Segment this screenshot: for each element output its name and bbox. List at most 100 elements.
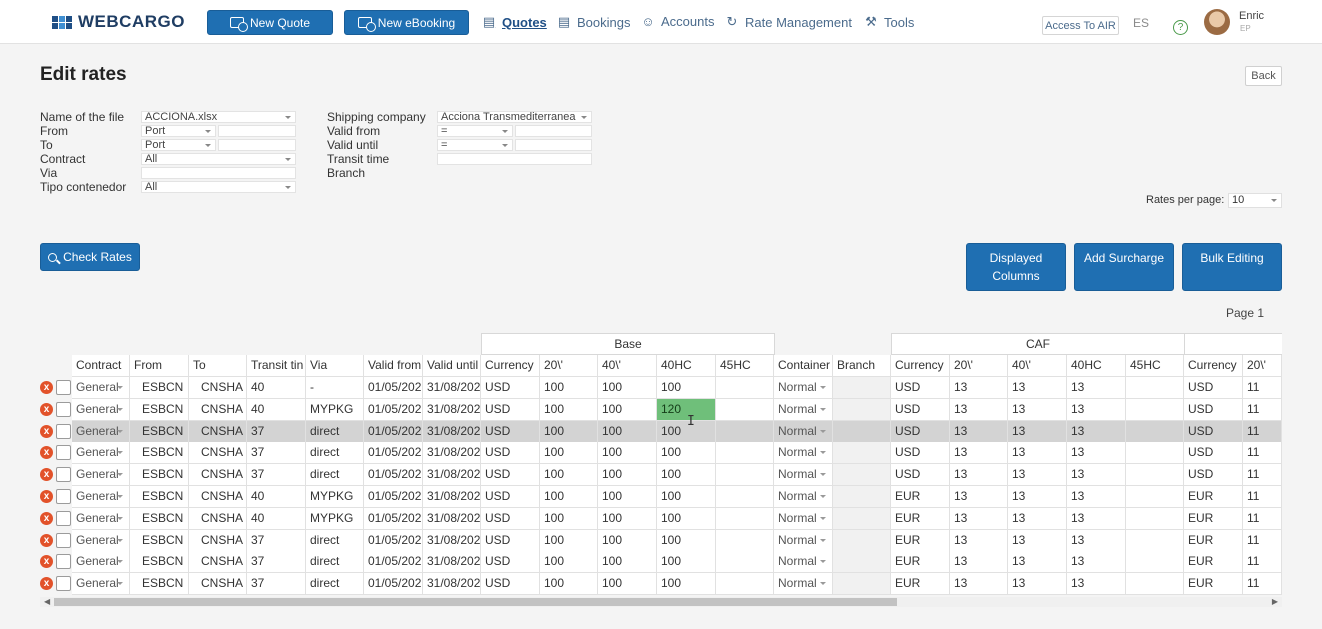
cell-20ft-20[interactable]: 11 bbox=[1243, 508, 1282, 530]
scroll-left-icon[interactable]: ◀ bbox=[44, 597, 50, 607]
cell-currency-14[interactable]: USD bbox=[891, 377, 950, 399]
cell-contract-0[interactable]: General bbox=[72, 421, 130, 443]
cell-container-12[interactable]: Normal bbox=[774, 399, 833, 421]
column-header-contract-0[interactable]: Contract bbox=[72, 355, 130, 377]
cell-40ft-16[interactable]: 13 bbox=[1008, 377, 1067, 399]
cell-valid-from-5[interactable]: 01/05/202 bbox=[364, 442, 423, 464]
cell-20ft-8[interactable]: 100 bbox=[540, 421, 598, 443]
row-checkbox[interactable] bbox=[56, 576, 71, 591]
cell-45hc-18[interactable] bbox=[1126, 464, 1184, 486]
cell-valid-until-6[interactable]: 31/08/202 bbox=[423, 486, 481, 508]
cell-45hc-18[interactable] bbox=[1126, 442, 1184, 464]
cell-from-1[interactable]: ESBCN bbox=[130, 551, 189, 573]
nav-accounts[interactable]: ☺ Accounts bbox=[641, 14, 714, 29]
cell-valid-until-6[interactable]: 31/08/202 bbox=[423, 464, 481, 486]
cell-contract-0[interactable]: General bbox=[72, 530, 130, 552]
cell-container-12[interactable]: Normal bbox=[774, 573, 833, 595]
nav-bookings[interactable]: ▤ Bookings bbox=[557, 14, 631, 30]
from-input[interactable] bbox=[218, 125, 296, 137]
column-header-40hc-10[interactable]: 40HC bbox=[657, 355, 716, 377]
cell-valid-from-5[interactable]: 01/05/202 bbox=[364, 551, 423, 573]
webcargo-logo[interactable]: WEBCARGO bbox=[52, 12, 185, 32]
cell-contract-0[interactable]: General bbox=[72, 442, 130, 464]
to-type-select[interactable]: Port bbox=[141, 139, 216, 151]
cell-container-12[interactable]: Normal bbox=[774, 421, 833, 443]
via-input[interactable] bbox=[141, 167, 296, 179]
row-checkbox[interactable] bbox=[56, 533, 71, 548]
cell-45hc-18[interactable] bbox=[1126, 486, 1184, 508]
cell-branch-13[interactable] bbox=[833, 486, 891, 508]
cell-branch-13[interactable] bbox=[833, 399, 891, 421]
nav-tools[interactable]: ⚒ Tools bbox=[864, 14, 914, 30]
column-header-20ft-8[interactable]: 20\' bbox=[540, 355, 598, 377]
tipo-contenedor-select[interactable]: All bbox=[141, 181, 296, 193]
cell-currency-7[interactable]: USD bbox=[481, 442, 540, 464]
add-surcharge-button[interactable]: Add Surcharge bbox=[1074, 243, 1174, 291]
cell-valid-from-5[interactable]: 01/05/202 bbox=[364, 421, 423, 443]
cell-valid-until-6[interactable]: 31/08/202 bbox=[423, 421, 481, 443]
cell-to-2[interactable]: CNSHA bbox=[189, 530, 247, 552]
cell-40hc-10[interactable]: 100 bbox=[657, 551, 716, 573]
cell-currency-19[interactable]: EUR bbox=[1184, 551, 1243, 573]
cell-to-2[interactable]: CNSHA bbox=[189, 377, 247, 399]
delete-row-icon[interactable]: x bbox=[40, 468, 53, 481]
cell-40hc-10[interactable]: 100 bbox=[657, 486, 716, 508]
cell-valid-until-6[interactable]: 31/08/202 bbox=[423, 508, 481, 530]
column-header-currency-14[interactable]: Currency bbox=[891, 355, 950, 377]
delete-row-icon[interactable]: x bbox=[40, 577, 53, 590]
file-select[interactable]: ACCIONA.xlsx bbox=[141, 111, 296, 123]
cell-to-2[interactable]: CNSHA bbox=[189, 421, 247, 443]
delete-row-icon[interactable]: x bbox=[40, 446, 53, 459]
column-header-currency-7[interactable]: Currency bbox=[481, 355, 540, 377]
cell-20ft-15[interactable]: 13 bbox=[950, 442, 1008, 464]
cell-40hc-17[interactable]: 13 bbox=[1067, 573, 1126, 595]
cell-to-2[interactable]: CNSHA bbox=[189, 508, 247, 530]
cell-20ft-20[interactable]: 11 bbox=[1243, 464, 1282, 486]
row-checkbox[interactable] bbox=[56, 445, 71, 460]
cell-20ft-15[interactable]: 13 bbox=[950, 421, 1008, 443]
cell-valid-until-6[interactable]: 31/08/202 bbox=[423, 442, 481, 464]
delete-row-icon[interactable]: x bbox=[40, 555, 53, 568]
row-checkbox[interactable] bbox=[56, 402, 71, 417]
cell-contract-0[interactable]: General bbox=[72, 377, 130, 399]
delete-row-icon[interactable]: x bbox=[40, 403, 53, 416]
column-header-40ft-16[interactable]: 40\' bbox=[1008, 355, 1067, 377]
cell-via-4[interactable]: - bbox=[306, 377, 364, 399]
cell-branch-13[interactable] bbox=[833, 508, 891, 530]
cell-via-4[interactable]: direct bbox=[306, 442, 364, 464]
cell-40hc-17[interactable]: 13 bbox=[1067, 399, 1126, 421]
cell-45hc-18[interactable] bbox=[1126, 508, 1184, 530]
from-type-select[interactable]: Port bbox=[141, 125, 216, 137]
cell-from-1[interactable]: ESBCN bbox=[130, 530, 189, 552]
cell-40ft-16[interactable]: 13 bbox=[1008, 573, 1067, 595]
cell-45hc-11[interactable] bbox=[716, 464, 774, 486]
cell-contract-0[interactable]: General bbox=[72, 551, 130, 573]
cell-40ft-16[interactable]: 13 bbox=[1008, 486, 1067, 508]
horizontal-scrollbar[interactable]: ◀ ▶ bbox=[40, 597, 1282, 607]
cell-20ft-8[interactable]: 100 bbox=[540, 573, 598, 595]
cell-40ft-16[interactable]: 13 bbox=[1008, 508, 1067, 530]
cell-40ft-9[interactable]: 100 bbox=[598, 464, 657, 486]
cell-valid-from-5[interactable]: 01/05/202 bbox=[364, 377, 423, 399]
cell-contract-0[interactable]: General bbox=[72, 399, 130, 421]
cell-currency-19[interactable]: EUR bbox=[1184, 508, 1243, 530]
cell-contract-0[interactable]: General bbox=[72, 508, 130, 530]
cell-valid-from-5[interactable]: 01/05/202 bbox=[364, 486, 423, 508]
cell-40hc-17[interactable]: 13 bbox=[1067, 421, 1126, 443]
cell-20ft-20[interactable]: 11 bbox=[1243, 421, 1282, 443]
delete-row-icon[interactable]: x bbox=[40, 512, 53, 525]
cell-40ft-9[interactable]: 100 bbox=[598, 508, 657, 530]
cell-to-2[interactable]: CNSHA bbox=[189, 464, 247, 486]
cell-40ft-16[interactable]: 13 bbox=[1008, 421, 1067, 443]
cell-45hc-18[interactable] bbox=[1126, 421, 1184, 443]
cell-via-4[interactable]: direct bbox=[306, 573, 364, 595]
column-header-40hc-17[interactable]: 40HC bbox=[1067, 355, 1126, 377]
row-checkbox[interactable] bbox=[56, 489, 71, 504]
cell-to-2[interactable]: CNSHA bbox=[189, 486, 247, 508]
cell-40ft-9[interactable]: 100 bbox=[598, 486, 657, 508]
cell-20ft-8[interactable]: 100 bbox=[540, 551, 598, 573]
cell-currency-14[interactable]: USD bbox=[891, 464, 950, 486]
column-header-45hc-18[interactable]: 45HC bbox=[1126, 355, 1184, 377]
cell-contract-0[interactable]: General bbox=[72, 464, 130, 486]
cell-currency-19[interactable]: USD bbox=[1184, 464, 1243, 486]
